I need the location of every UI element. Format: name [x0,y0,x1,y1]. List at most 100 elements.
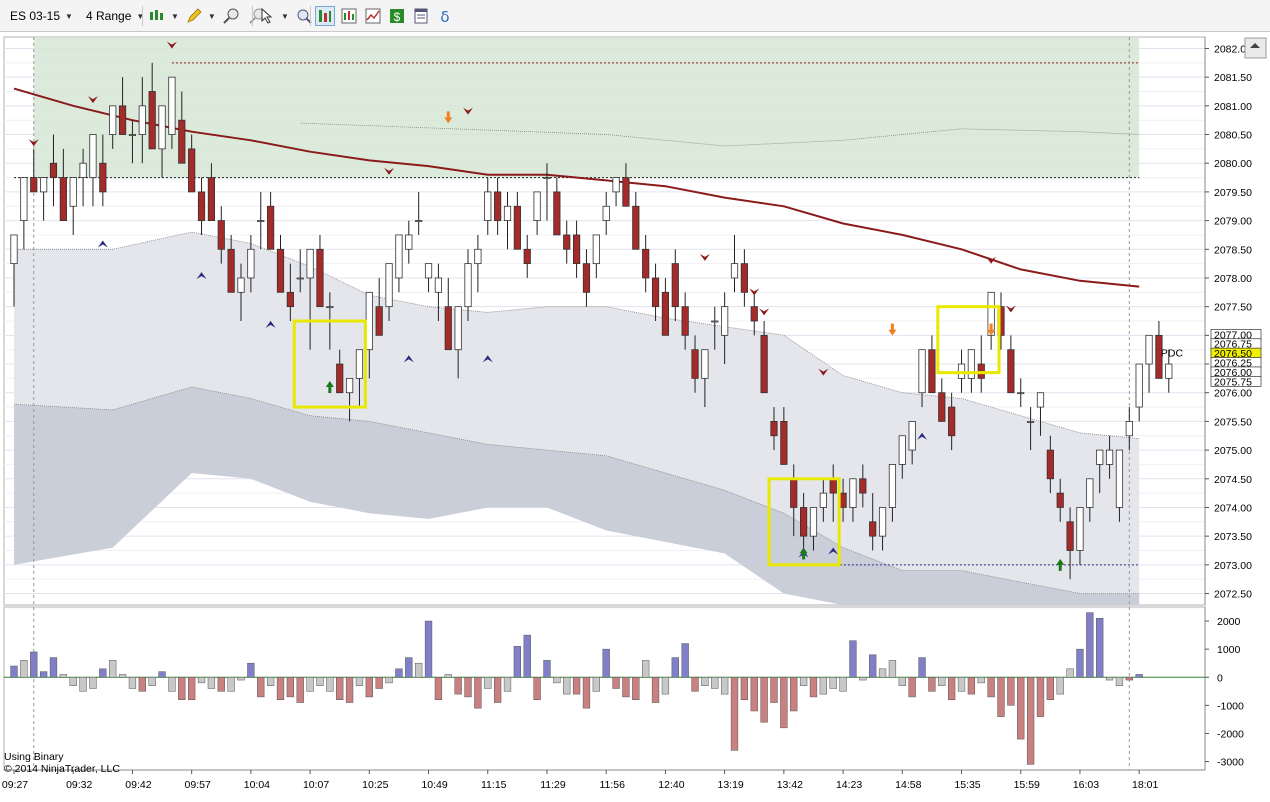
volume-bar-positive[interactable] [395,668,403,678]
volume-bar-negative[interactable] [178,677,186,700]
volume-bar-positive[interactable] [513,646,522,678]
volume-bar-negative[interactable] [928,677,936,692]
volume-bar-positive[interactable] [39,671,48,678]
volume-bar-negative[interactable] [661,677,670,695]
volume-bar-negative[interactable] [138,677,146,692]
volume-bar-negative[interactable] [632,677,640,700]
volume-bar-negative[interactable] [987,677,995,698]
volume-bar-negative[interactable] [908,677,916,698]
volume-bar-positive[interactable] [888,660,897,678]
volume-bar-negative[interactable] [730,677,739,751]
volume-bar-negative[interactable] [128,677,137,689]
dollar-icon[interactable]: $ [388,7,406,25]
chevron-down-icon[interactable]: ▼ [208,12,216,21]
volume-bar-positive[interactable] [444,674,452,678]
volume-bar-negative[interactable] [1017,677,1025,740]
volume-bar-positive[interactable] [247,662,255,678]
volume-bar-negative[interactable] [622,677,630,698]
volume-bar-negative[interactable] [1036,677,1045,717]
volume-bar-negative[interactable] [553,677,561,684]
volume-bar-negative[interactable] [493,677,502,703]
volume-bar-negative[interactable] [898,677,906,686]
volume-bar-negative[interactable] [503,677,512,692]
volume-bar-positive[interactable] [49,657,58,678]
volume-bar-negative[interactable] [326,677,334,692]
volume-bar-negative[interactable] [780,677,788,729]
chevron-down-icon[interactable]: ▼ [281,12,289,21]
volume-bar-positive[interactable] [20,660,28,678]
volume-bar-negative[interactable] [809,677,818,698]
volume-bar-negative[interactable] [957,677,966,692]
volume-bar-positive[interactable] [918,657,926,678]
volume-bar-negative[interactable] [1056,677,1064,695]
volume-bar-negative[interactable] [148,677,156,686]
volume-bar-positive[interactable] [415,662,423,678]
volume-bar-negative[interactable] [474,677,482,709]
volume-bar-positive[interactable] [1066,668,1074,678]
volume-bar-positive[interactable] [869,654,877,678]
volume-bar-positive[interactable] [671,657,679,678]
volume-bar-negative[interactable] [740,677,749,700]
volume-bar-negative[interactable] [207,677,216,689]
volume-bar-positive[interactable] [523,634,531,678]
volume-bar-positive[interactable] [1096,617,1104,678]
volume-bar-negative[interactable] [188,677,196,700]
chevron-down-icon[interactable]: ▼ [136,12,144,21]
bar-type-icon[interactable] [148,7,166,25]
volume-bar-negative[interactable] [819,677,827,695]
volume-bar-negative[interactable] [938,677,946,686]
volume-bar-positive[interactable] [99,668,107,678]
volume-bar-negative[interactable] [1125,677,1133,681]
volume-bar-negative[interactable] [1115,677,1124,686]
volume-bar-negative[interactable] [286,677,295,698]
volume-bar-negative[interactable] [750,677,758,712]
volume-bar-negative[interactable] [582,677,591,709]
volume-bar-positive[interactable] [849,640,857,678]
volume-bar-positive[interactable] [642,660,650,678]
chart-area[interactable]: PDC 2072.50 2073.00 2073.50 2074.00 2074.50 20… [0,32,1270,802]
volume-bar-negative[interactable] [257,677,265,698]
volume-bar-negative[interactable] [572,677,581,695]
volume-bar-positive[interactable] [10,665,18,678]
volume-bar-negative[interactable] [859,677,867,681]
volume-bar-negative[interactable] [839,677,847,692]
volume-bar-negative[interactable] [355,677,364,686]
properties-icon[interactable] [412,7,430,25]
volume-bar-positive[interactable] [1086,612,1094,678]
volume-bar-negative[interactable] [1026,677,1035,765]
volume-bar-negative[interactable] [266,677,275,686]
volume-bar-positive[interactable] [109,660,117,678]
volume-bar-positive[interactable] [30,651,38,678]
period-selector[interactable]: 4 Range ▼ [84,6,144,26]
volume-bar-negative[interactable] [592,677,600,692]
instrument-label[interactable]: ES 03-15 [8,6,62,26]
volume-bar-positive[interactable] [543,660,551,678]
volume-bar-negative[interactable] [770,677,778,703]
volume-bar-positive[interactable] [118,674,127,678]
pencil-draw-icon[interactable] [185,7,203,25]
volume-bar-negative[interactable] [316,677,324,686]
strategies-icon[interactable] [340,7,358,25]
chevron-down-icon[interactable]: ▼ [65,12,73,21]
volume-bar-negative[interactable] [89,677,97,689]
volume-bar-negative[interactable] [563,677,571,695]
volume-bar-negative[interactable] [829,677,837,689]
volume-bar-positive[interactable] [602,648,610,678]
volume-bar-negative[interactable] [345,677,354,703]
volume-bar-negative[interactable] [217,677,225,692]
volume-bar-negative[interactable] [1046,677,1054,700]
volume-bar-negative[interactable] [691,677,699,692]
volume-bar-negative[interactable] [533,677,541,700]
volume-bar-negative[interactable] [720,677,729,695]
indicators-icon[interactable] [364,7,382,25]
delta-icon[interactable]: δ [436,7,454,25]
cursor-icon[interactable] [258,7,276,25]
volume-bar-negative[interactable] [375,677,383,689]
period-label[interactable]: 4 Range [84,6,133,26]
volume-bar-negative[interactable] [1007,677,1015,706]
volume-bar-negative[interactable] [227,677,235,692]
volume-bar-negative[interactable] [1105,677,1114,681]
volume-bar-negative[interactable] [306,677,314,692]
chevron-down-icon[interactable]: ▼ [171,12,179,21]
volume-bar-negative[interactable] [79,677,87,692]
